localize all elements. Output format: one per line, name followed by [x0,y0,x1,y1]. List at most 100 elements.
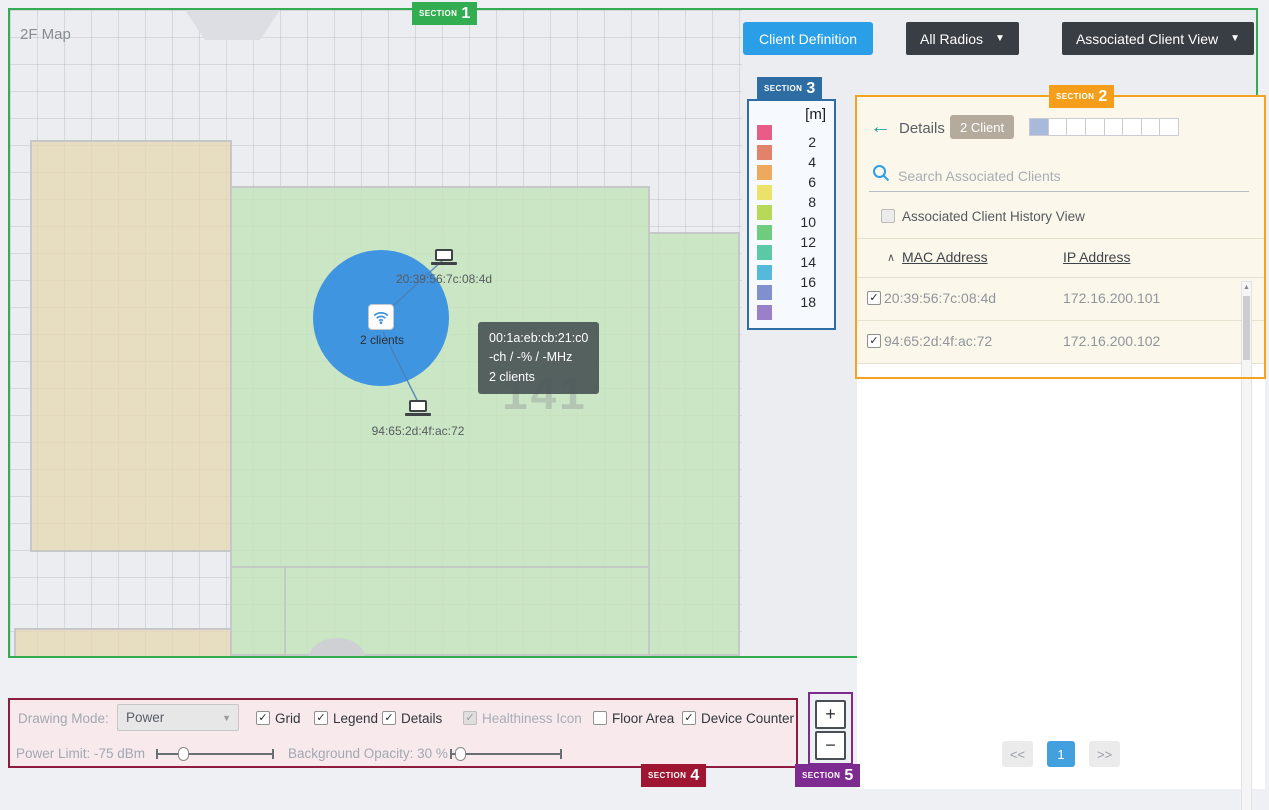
search-underline [869,191,1249,192]
associated-clients-panel: ← Details 2 Client Search Associated Cli… [857,97,1265,789]
scrollbar-thumb[interactable] [1243,296,1250,360]
tooltip-clients: 2 clients [489,368,588,387]
pagination-prev-button[interactable]: << [1002,741,1033,767]
drawing-controls-panel: Drawing Mode: Power ▼ ✓ Grid ✓ Legend ✓ … [8,698,798,768]
ap-info-tooltip: 00:1a:eb:cb:21:c0 -ch / -% / -MHz 2 clie… [478,322,599,394]
meter-segment [1029,118,1049,136]
legend-checkbox[interactable]: ✓ [314,711,328,725]
app-window: 141 2 clients 20:39:56:7c:08:4d [0,0,1269,810]
legend-swatch [757,165,772,180]
section-2-badge: SECTION 2 [1049,85,1114,108]
client-meter [1029,118,1179,136]
meter-segment [1104,118,1124,136]
grid-checkbox[interactable]: ✓ [256,711,270,725]
scrollbar[interactable]: ▲ ▼ [1241,281,1252,810]
device-counter-checkbox[interactable]: ✓ [682,711,696,725]
check-icon: ✓ [684,712,693,724]
caret-down-icon: ▼ [995,34,1005,44]
floor-area-checkbox[interactable]: ✓ [593,711,607,725]
legend-values: 2 4 6 8 10 12 14 16 18 [792,132,816,312]
legend-swatch [757,145,772,160]
background-opacity-slider-handle[interactable] [455,747,466,761]
scroll-up-icon[interactable]: ▲ [1242,284,1251,291]
column-header-mac[interactable]: MAC Address [902,249,988,265]
search-input[interactable]: Search Associated Clients [857,157,1265,195]
legend-swatch [757,225,772,240]
meter-segment [1159,118,1179,136]
pagination-page-button[interactable]: 1 [1047,741,1075,767]
meter-segment [1085,118,1105,136]
details-title: Details [899,120,945,137]
drawing-mode-dropdown[interactable]: Power ▼ [117,704,239,731]
legend-swatch [757,245,772,260]
pagination: << 1 >> [857,741,1265,767]
meter-segment [1066,118,1086,136]
associated-client-view-dropdown[interactable]: Associated Client View ▼ [1062,22,1254,55]
slider-track [450,753,562,755]
check-icon: ✓ [258,712,267,724]
floor-map-canvas[interactable]: 141 2 clients 20:39:56:7c:08:4d [10,10,742,656]
meter-segment [1141,118,1161,136]
divider [857,238,1265,239]
check-icon: ✓ [869,292,878,304]
legend-unit-label: [m] [805,106,826,123]
healthiness-icon-label: Healthiness Icon [482,711,582,726]
history-view-checkbox[interactable]: ✓ [881,209,895,223]
client-device-marker[interactable] [431,249,457,265]
client-device-marker[interactable] [405,400,431,416]
client-mac-label: 94:65:2d:4f:ac:72 [318,424,518,438]
healthiness-icon-checkbox: ✓ [463,711,477,725]
map-title: 2F Map [20,26,71,43]
pagination-next-button[interactable]: >> [1089,741,1120,767]
legend-swatch [757,285,772,300]
legend-swatch [757,205,772,220]
legend-swatches [757,125,772,325]
power-limit-slider[interactable] [156,746,274,762]
check-icon: ✓ [384,712,393,724]
meter-segment [1122,118,1142,136]
drawing-mode-value: Power [126,710,164,725]
floor-area-label: Floor Area [612,711,674,726]
access-point-marker[interactable] [368,304,394,330]
power-limit-slider-handle[interactable] [178,747,189,761]
details-checkbox[interactable]: ✓ [382,711,396,725]
history-view-label: Associated Client History View [902,209,1085,224]
legend-label: Legend [333,711,378,726]
row-checkbox[interactable]: ✓ [867,334,881,348]
client-definition-button[interactable]: Client Definition [743,22,873,55]
row-checkbox[interactable]: ✓ [867,291,881,305]
section-1-badge: SECTION 1 [412,2,477,25]
section-4-badge: SECTION 4 [641,764,706,787]
divider [857,363,1265,364]
wifi-icon [372,308,390,326]
floorplan-room [30,140,232,552]
row-ip: 172.16.200.101 [1063,290,1160,306]
table-row[interactable]: ✓ 20:39:56:7c:08:4d 172.16.200.101 [857,278,1265,320]
background-opacity-slider[interactable] [450,746,562,762]
legend-swatch [757,265,772,280]
all-radios-dropdown[interactable]: All Radios ▼ [906,22,1019,55]
floorplan-shape [170,10,295,40]
column-header-ip[interactable]: IP Address [1063,249,1130,265]
caret-down-icon: ▼ [222,714,231,723]
legend-swatch [757,185,772,200]
sort-asc-icon: ∧ [887,251,895,264]
zoom-in-button[interactable]: + [815,700,846,729]
grid-label: Grid [275,711,301,726]
power-limit-label: Power Limit: -75 dBm [16,746,145,761]
device-counter-label: Device Counter [701,711,794,726]
zoom-section-frame: + − [808,692,853,765]
slider-track [156,753,274,755]
back-arrow-icon[interactable]: ← [870,115,891,139]
floorplan-wall [230,566,650,568]
laptop-icon [409,400,427,412]
client-count-badge: 2 Client [950,115,1014,139]
row-mac: 20:39:56:7c:08:4d [884,290,996,306]
zoom-out-button[interactable]: − [815,731,846,760]
section-5-badge: SECTION 5 [795,764,860,787]
table-row[interactable]: ✓ 94:65:2d:4f:ac:72 172.16.200.102 [857,321,1265,363]
laptop-icon [435,249,453,261]
legend-swatch [757,125,772,140]
check-icon: ✓ [465,712,474,724]
background-opacity-label: Background Opacity: 30 % [288,746,448,761]
